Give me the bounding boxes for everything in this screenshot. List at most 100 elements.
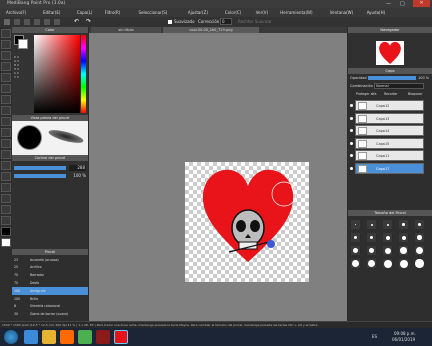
medibang-taskbar-icon[interactable]	[114, 330, 128, 344]
protect-alpha-checkbox[interactable]: Proteger alfa	[356, 92, 377, 96]
secondary-color-swatch[interactable]	[18, 39, 28, 49]
layer-item[interactable]: Capa12	[350, 100, 424, 111]
brush-size-option[interactable]	[415, 233, 424, 242]
browser-icon[interactable]	[24, 330, 38, 344]
color-black[interactable]	[1, 227, 11, 236]
eye-icon[interactable]	[350, 104, 353, 107]
menu-item[interactable]: Archivo(F)	[6, 10, 26, 15]
eye-icon[interactable]	[350, 116, 353, 120]
layer-item[interactable]: Capa11	[350, 150, 424, 161]
brush-item[interactable]: 70 Borrador	[12, 272, 88, 280]
brush-size-option[interactable]	[383, 259, 392, 268]
brush-size-slider[interactable]	[14, 166, 66, 170]
eye-icon[interactable]	[350, 129, 353, 132]
brush-item[interactable]: 100 Brillo	[12, 295, 88, 303]
zoom-icon[interactable]	[1, 161, 11, 170]
minimize-button[interactable]: —	[386, 1, 391, 7]
canvas-document[interactable]	[185, 162, 309, 282]
brush-size-option[interactable]	[367, 259, 376, 268]
fill-icon[interactable]	[1, 73, 11, 82]
maximize-button[interactable]: □	[400, 1, 405, 7]
brush-size-option[interactable]	[415, 259, 424, 268]
layer-item[interactable]: Capa13	[350, 112, 424, 124]
hand-icon[interactable]	[1, 172, 11, 181]
eye-icon[interactable]	[350, 141, 353, 145]
brush-item[interactable]: 23 Acuarela (acuosa)	[12, 256, 88, 264]
brush-size-option[interactable]	[383, 220, 392, 229]
chrome-icon[interactable]	[78, 330, 92, 344]
brush-item[interactable]: 30 Goma de borrar (suave)	[12, 311, 88, 319]
layer-item[interactable]: Capa14	[350, 125, 424, 136]
menu-item[interactable]: Ajustar(Z)	[188, 10, 208, 15]
menu-item[interactable]: Ver(V)	[256, 10, 268, 15]
save-icon[interactable]	[34, 19, 40, 25]
brush-item[interactable]: 70 Desfo	[12, 279, 88, 287]
new-icon[interactable]	[14, 19, 20, 25]
eraser-icon[interactable]	[1, 40, 11, 49]
hue-slider[interactable]	[81, 35, 86, 113]
brush-item[interactable]: 288 Aerógrafo	[12, 287, 88, 295]
layer-item[interactable]: Capa17	[350, 162, 424, 174]
eye-icon[interactable]	[350, 154, 353, 157]
brush-size-option[interactable]	[399, 233, 408, 242]
undo-icon[interactable]: ↶	[74, 18, 79, 25]
open-icon[interactable]	[24, 19, 30, 25]
magic-wand-icon[interactable]	[1, 128, 11, 137]
brush-size-option[interactable]	[383, 246, 392, 255]
antialias-checkbox[interactable]	[168, 20, 172, 24]
menu-item[interactable]: Editar(E)	[43, 10, 61, 15]
select-icon[interactable]	[1, 106, 11, 115]
language-indicator[interactable]: ES	[372, 334, 377, 339]
lasso-icon[interactable]	[1, 117, 11, 126]
brush-size-option[interactable]	[383, 233, 392, 242]
dot-icon[interactable]	[1, 205, 11, 214]
correction-select[interactable]: 0	[220, 18, 232, 25]
shape-icon[interactable]	[1, 183, 11, 192]
brush-size-option[interactable]	[399, 246, 408, 255]
navigator-thumbnail[interactable]	[376, 41, 404, 65]
brush-size-option[interactable]	[415, 246, 424, 255]
menu-item[interactable]: Capa(L)	[77, 10, 93, 15]
pencil-icon[interactable]	[1, 51, 11, 60]
layer-opacity-slider[interactable]	[368, 76, 416, 80]
color-white[interactable]	[1, 238, 11, 247]
media-icon[interactable]	[60, 330, 74, 344]
brush-size-option[interactable]	[399, 259, 408, 268]
snap-icon[interactable]	[54, 19, 60, 25]
menu-item[interactable]: Herramienta(W)	[280, 10, 312, 15]
dropper-icon[interactable]	[1, 139, 11, 148]
grid-icon[interactable]	[44, 19, 50, 25]
lock-checkbox[interactable]: Bloquear	[408, 92, 422, 96]
brush-size-value[interactable]: 288	[69, 165, 86, 171]
brush-item[interactable]: 8 Simetría rotacional	[12, 303, 88, 311]
close-button[interactable]: ✕	[413, 0, 430, 7]
brush-size-option[interactable]	[367, 233, 376, 242]
brush-size-option[interactable]	[367, 246, 376, 255]
brush-tool-icon[interactable]	[4, 19, 10, 25]
clip-checkbox[interactable]: Recortar	[384, 92, 398, 96]
eye-icon[interactable]	[350, 166, 353, 170]
line-icon[interactable]	[1, 216, 11, 225]
check-icon[interactable]	[1, 62, 11, 71]
menu-item[interactable]: Ayuda(H)	[367, 10, 386, 15]
redo-icon[interactable]: ↷	[86, 18, 91, 25]
app-icon[interactable]	[96, 330, 110, 344]
menu-item[interactable]: Seleccionar(S)	[139, 10, 168, 15]
move-icon[interactable]	[1, 84, 11, 93]
brush-size-option[interactable]	[399, 220, 408, 229]
brush-size-option[interactable]	[415, 220, 424, 229]
brush-icon[interactable]	[1, 29, 11, 38]
gradient-icon[interactable]	[1, 95, 11, 104]
folder-icon[interactable]	[42, 330, 56, 344]
start-icon[interactable]	[4, 330, 18, 344]
saturation-value-picker[interactable]	[34, 35, 80, 113]
menu-item[interactable]: Color(C)	[225, 10, 241, 15]
menu-item[interactable]: Ventana(W)	[330, 10, 354, 15]
brush-item[interactable]: 25 Acrílico	[12, 264, 88, 272]
blend-select[interactable]: Normal	[374, 83, 424, 89]
layer-item[interactable]: Capa15	[350, 137, 424, 149]
brush-size-option[interactable]	[367, 220, 376, 229]
menu-item[interactable]: Filtro(R)	[105, 10, 121, 15]
brush-size-option[interactable]	[351, 233, 360, 242]
frame-icon[interactable]	[1, 194, 11, 203]
